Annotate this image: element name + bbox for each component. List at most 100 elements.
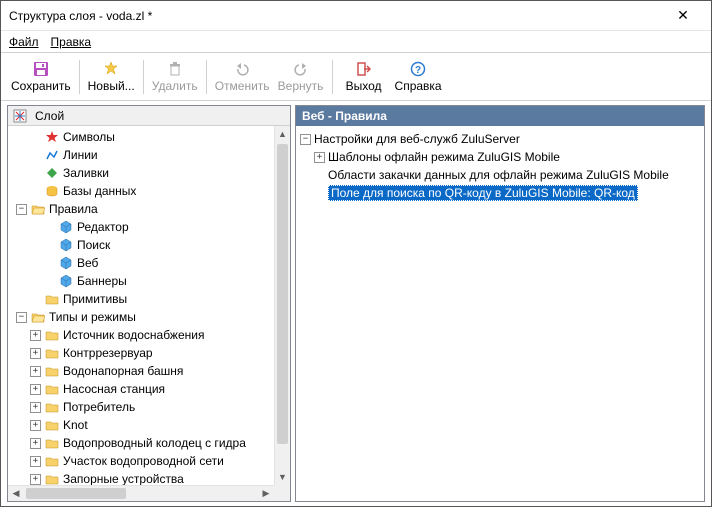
- tree-item-type[interactable]: +Источник водоснабжения: [8, 326, 274, 344]
- scroll-thumb[interactable]: [26, 488, 126, 499]
- layer-icon: [12, 108, 28, 124]
- tree-item-databases[interactable]: Базы данных: [8, 182, 274, 200]
- new-icon: [103, 60, 119, 78]
- tree-item-rules[interactable]: − Правила: [8, 200, 274, 218]
- exit-icon: [356, 60, 372, 78]
- tree-item-type[interactable]: +Насосная станция: [8, 380, 274, 398]
- scroll-right-icon[interactable]: ▶: [258, 486, 274, 501]
- tree-item-root[interactable]: − Настройки для веб-служб ZuluServer: [300, 130, 700, 148]
- menu-edit[interactable]: Правка: [51, 35, 92, 49]
- tree-item-search[interactable]: Поиск: [8, 236, 274, 254]
- redo-icon: [293, 60, 309, 78]
- toolbar-separator: [143, 60, 144, 94]
- left-tree[interactable]: Символы Линии Заливки Базы данных: [8, 126, 274, 485]
- save-button[interactable]: Сохранить: [7, 55, 75, 99]
- tree-item-type[interactable]: +Водонапорная башня: [8, 362, 274, 380]
- expand-icon[interactable]: +: [30, 474, 41, 485]
- toolbar-separator: [79, 60, 80, 94]
- close-button[interactable]: ✕: [663, 7, 703, 24]
- window-title: Структура слоя - voda.zl *: [9, 9, 663, 23]
- cube-icon: [58, 273, 74, 289]
- collapse-icon[interactable]: −: [16, 312, 27, 323]
- left-panel-body: Символы Линии Заливки Базы данных: [8, 126, 290, 501]
- tree-item-types[interactable]: − Типы и режимы: [8, 308, 274, 326]
- tree-item-type[interactable]: +Потребитель: [8, 398, 274, 416]
- folder-icon: [44, 363, 60, 379]
- right-panel: Веб - Правила − Настройки для веб-служб …: [295, 105, 705, 502]
- folder-icon: [44, 291, 60, 307]
- expand-icon[interactable]: +: [30, 348, 41, 359]
- right-tree[interactable]: − Настройки для веб-служб ZuluServer + Ш…: [296, 126, 704, 501]
- svg-text:?: ?: [415, 65, 421, 76]
- menubar: Файл Правка: [1, 31, 711, 53]
- toolbar: Сохранить Новый... Удалить Отменить Верн…: [1, 53, 711, 101]
- tree-item[interactable]: + Шаблоны офлайн режима ZuluGIS Mobile: [300, 148, 700, 166]
- tree-item-type[interactable]: +Контррезервуар: [8, 344, 274, 362]
- titlebar: Структура слоя - voda.zl * ✕: [1, 1, 711, 31]
- tree-item-lines[interactable]: Линии: [8, 146, 274, 164]
- scroll-down-icon[interactable]: ▼: [275, 469, 290, 485]
- folder-open-icon: [30, 309, 46, 325]
- expand-icon[interactable]: +: [30, 330, 41, 341]
- help-icon: ?: [410, 60, 426, 78]
- scroll-thumb[interactable]: [277, 144, 288, 444]
- expand-icon[interactable]: +: [30, 438, 41, 449]
- menu-file[interactable]: Файл: [9, 35, 39, 49]
- scroll-up-icon[interactable]: ▲: [275, 126, 290, 142]
- vertical-scrollbar[interactable]: ▲ ▼: [274, 126, 290, 485]
- tree-item-symbols[interactable]: Символы: [8, 128, 274, 146]
- tree-item-banners[interactable]: Баннеры: [8, 272, 274, 290]
- delete-button[interactable]: Удалить: [148, 55, 202, 99]
- left-panel-title: Слой: [35, 109, 64, 123]
- undo-button[interactable]: Отменить: [211, 55, 274, 99]
- tree-item-web[interactable]: Веб: [8, 254, 274, 272]
- cube-icon: [58, 237, 74, 253]
- left-panel: Слой Символы Линии Заливки: [7, 105, 291, 502]
- scroll-corner: [274, 485, 290, 501]
- database-icon: [44, 183, 60, 199]
- fill-icon: [44, 165, 60, 181]
- help-button[interactable]: ? Справка: [391, 55, 446, 99]
- right-panel-title: Веб - Правила: [302, 109, 387, 123]
- folder-icon: [44, 381, 60, 397]
- expand-icon[interactable]: +: [30, 402, 41, 413]
- right-panel-header: Веб - Правила: [296, 106, 704, 126]
- main-body: Слой Символы Линии Заливки: [1, 101, 711, 506]
- tree-item-primitives[interactable]: Примитивы: [8, 290, 274, 308]
- expand-icon[interactable]: +: [30, 420, 41, 431]
- tree-item-fills[interactable]: Заливки: [8, 164, 274, 182]
- folder-icon: [44, 399, 60, 415]
- horizontal-scrollbar[interactable]: ◀ ▶: [8, 485, 274, 501]
- exit-button[interactable]: Выход: [337, 55, 391, 99]
- tree-item-type[interactable]: +Участок водопроводной сети: [8, 452, 274, 470]
- undo-icon: [234, 60, 250, 78]
- tree-item-type[interactable]: +Водопроводный колодец с гидра: [8, 434, 274, 452]
- scroll-left-icon[interactable]: ◀: [8, 486, 24, 501]
- folder-icon: [44, 471, 60, 485]
- folder-icon: [44, 417, 60, 433]
- tree-item-type[interactable]: +Запорные устройства: [8, 470, 274, 485]
- cube-icon: [58, 219, 74, 235]
- expand-icon[interactable]: +: [30, 366, 41, 377]
- expand-icon[interactable]: +: [314, 152, 325, 163]
- line-icon: [44, 147, 60, 163]
- left-panel-header: Слой: [8, 106, 290, 126]
- collapse-icon[interactable]: −: [300, 134, 311, 145]
- redo-button[interactable]: Вернуть: [274, 55, 328, 99]
- trash-icon: [167, 60, 183, 78]
- collapse-icon[interactable]: −: [16, 204, 27, 215]
- tree-item-type[interactable]: +Knot: [8, 416, 274, 434]
- expand-icon[interactable]: +: [30, 456, 41, 467]
- new-button[interactable]: Новый...: [84, 55, 139, 99]
- toolbar-separator: [206, 60, 207, 94]
- folder-open-icon: [30, 201, 46, 217]
- tree-item[interactable]: Области закачки данных для офлайн режима…: [300, 166, 700, 184]
- expand-icon[interactable]: +: [30, 384, 41, 395]
- tree-item-selected[interactable]: Поле для поиска по QR-коду в ZuluGIS Mob…: [300, 184, 700, 202]
- folder-icon: [44, 345, 60, 361]
- tree-item-editor[interactable]: Редактор: [8, 218, 274, 236]
- toolbar-separator: [332, 60, 333, 94]
- star-icon: [44, 129, 60, 145]
- cube-icon: [58, 255, 74, 271]
- folder-icon: [44, 327, 60, 343]
